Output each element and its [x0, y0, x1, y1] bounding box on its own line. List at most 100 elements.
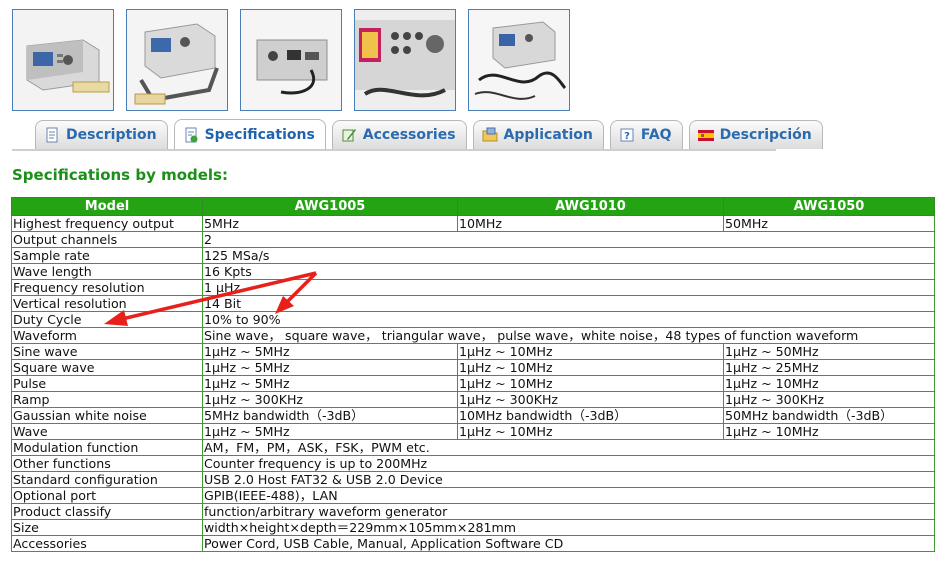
product-thumbnails [12, 9, 570, 111]
table-cell: 1μHz ~ 5MHz [202, 375, 458, 392]
table-cell: width×height×depth＝229mm×105mm×281mm [202, 519, 935, 536]
row-label: Square wave [11, 359, 203, 376]
table-row: Frequency resolution 1 μHz [11, 279, 935, 296]
generator-rear-panel-image [241, 10, 341, 110]
table-row: Optional port GPIB(IEEE-488)，LAN [11, 487, 935, 504]
table-row: Wave 1μHz ~ 5MHz 1μHz ~ 10MHz 1μHz ~ 10MHz [11, 423, 935, 440]
document-icon [46, 127, 58, 143]
table-cell: 10% to 90% [202, 311, 935, 328]
table-cell: 16 Kpts [202, 263, 935, 280]
table-cell: 2 [202, 231, 935, 248]
table-row: Gaussian white noise 5MHz bandwidth（-3dB）… [11, 407, 935, 424]
table-cell: USB 2.0 Host FAT32 & USB 2.0 Device [202, 471, 935, 488]
tab-label: Accessories [362, 127, 456, 143]
table-cell: 1μHz ~ 10MHz [457, 359, 724, 376]
table-cell: 1μHz ~ 5MHz [202, 343, 458, 360]
table-row: Sample rate 125 MSa/s [11, 247, 935, 264]
table-cell: 1μHz ~ 50MHz [723, 343, 935, 360]
table-row: Waveform Sine wave， square wave， triangul… [11, 327, 935, 344]
table-cell: 1μHz ~ 10MHz [723, 375, 935, 392]
table-row: Highest frequency output 5MHz 10MHz 50MHz [11, 215, 935, 232]
row-label: Waveform [11, 327, 203, 344]
table-cell: 1μHz ~ 5MHz [202, 359, 458, 376]
table-cell: 1μHz ~ 10MHz [457, 423, 724, 440]
tab-specifications[interactable]: Specifications [173, 119, 326, 150]
table-cell: 1μHz ~ 300KHz [723, 391, 935, 408]
table-row: Duty Cycle 10% to 90% [11, 311, 935, 328]
product-thumbnail-5[interactable] [468, 9, 570, 111]
row-label: Highest frequency output [11, 215, 203, 232]
row-label: Gaussian white noise [11, 407, 203, 424]
table-row: Modulation function AM，FM，PM，ASK，FSK，PWM … [11, 439, 935, 456]
table-cell: 1μHz ~ 25MHz [723, 359, 935, 376]
table-cell: function/arbitrary waveform generator [202, 503, 935, 520]
table-row: Output channels 2 [11, 231, 935, 248]
column-header: AWG1005 [202, 197, 458, 216]
row-label: Output channels [11, 231, 203, 248]
tab-accessories[interactable]: Accessories [331, 120, 467, 149]
product-thumbnail-3[interactable] [240, 9, 342, 111]
product-thumbnail-4[interactable] [354, 9, 456, 111]
table-row: Wave length 16 Kpts [11, 263, 935, 280]
svg-text:?: ? [624, 131, 630, 142]
tab-label: FAQ [640, 127, 672, 143]
table-cell: 1μHz ~ 10MHz [457, 343, 724, 360]
table-header-row: Model AWG1005 AWG1010 AWG1050 [11, 197, 935, 216]
generator-front-panel-image [355, 10, 455, 110]
table-cell: Sine wave， square wave， triangular wave，… [202, 327, 935, 344]
product-thumbnail-2[interactable] [126, 9, 228, 111]
document-check-icon [185, 127, 198, 143]
row-label: Sine wave [11, 343, 203, 360]
row-label: Sample rate [11, 247, 203, 264]
row-label: Size [11, 519, 203, 536]
table-cell: 10MHz [457, 215, 724, 232]
table-cell: 1μHz ~ 5MHz [202, 423, 458, 440]
table-cell: 50MHz [723, 215, 935, 232]
row-label: Accessories [11, 535, 203, 552]
tab-faq[interactable]: ? FAQ [609, 120, 683, 149]
tab-application[interactable]: Application [472, 120, 604, 149]
table-row: Other functions Counter frequency is up t… [11, 455, 935, 472]
table-cell: 125 MSa/s [202, 247, 935, 264]
table-body: Highest frequency output 5MHz 10MHz 50MHz Ou… [11, 215, 935, 552]
table-row: Size width×height×depth＝229mm×105mm×281mm [11, 519, 935, 536]
product-thumbnail-1[interactable] [12, 9, 114, 111]
table-row: Vertical resolution 14 Bit [11, 295, 935, 312]
table-cell: 50MHz bandwidth（-3dB） [723, 407, 935, 424]
table-cell: 1 μHz [202, 279, 935, 296]
generator-with-cables-image [469, 10, 569, 110]
tab-descripcion[interactable]: Descripción [688, 120, 823, 149]
table-row: Sine wave 1μHz ~ 5MHz 1μHz ~ 10MHz 1μHz ~ 5… [11, 343, 935, 360]
row-label: Vertical resolution [11, 295, 203, 312]
column-header: AWG1010 [457, 197, 724, 216]
row-label: Other functions [11, 455, 203, 472]
tab-bar: Description Specifications Accessories A… [35, 119, 823, 150]
table-cell: 1μHz ~ 10MHz [723, 423, 935, 440]
tab-label: Application [503, 127, 593, 143]
row-label: Frequency resolution [11, 279, 203, 296]
table-row: Accessories Power Cord, USB Cable, Manual… [11, 535, 935, 552]
tab-description[interactable]: Description [35, 120, 168, 149]
row-label: Product classify [11, 503, 203, 520]
table-cell: Counter frequency is up to 200MHz [202, 455, 935, 472]
column-header: Model [11, 197, 203, 216]
table-cell: 1μHz ~ 300KHz [457, 391, 724, 408]
row-label: Duty Cycle [11, 311, 203, 328]
row-label: Ramp [11, 391, 203, 408]
row-label: Optional port [11, 487, 203, 504]
column-header: AWG1050 [723, 197, 935, 216]
tab-underline [12, 149, 776, 151]
tab-label: Descripción [719, 127, 812, 143]
row-label: Pulse [11, 375, 203, 392]
generator-front-angle-image [13, 10, 113, 110]
table-row: Pulse 1μHz ~ 5MHz 1μHz ~ 10MHz 1μHz ~ 10MHz [11, 375, 935, 392]
table-cell: AM，FM，PM，ASK，FSK，PWM etc. [202, 439, 935, 456]
table-cell: GPIB(IEEE-488)，LAN [202, 487, 935, 504]
tab-label: Description [66, 127, 157, 143]
row-label: Wave [11, 423, 203, 440]
row-label: Wave length [11, 263, 203, 280]
table-row: Standard configuration USB 2.0 Host FAT32… [11, 471, 935, 488]
row-label: Standard configuration [11, 471, 203, 488]
table-cell: 1μHz ~ 300KHz [202, 391, 458, 408]
table-cell: 5MHz [202, 215, 458, 232]
